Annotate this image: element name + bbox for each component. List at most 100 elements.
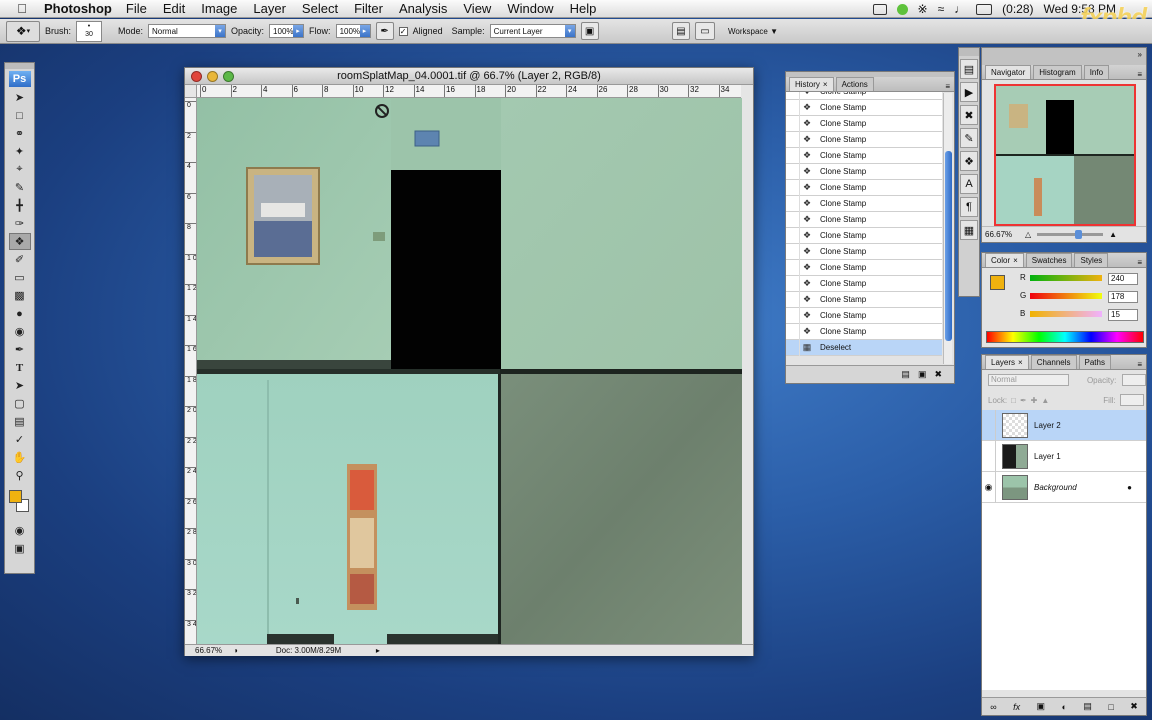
status-doc-info[interactable]: Doc: 3.00M/8.29M (276, 646, 376, 655)
history-item[interactable]: ❖ Clone Stamp (786, 291, 942, 308)
history-item[interactable]: ❖ Clone Stamp (786, 92, 942, 100)
menu-layer[interactable]: Layer (253, 1, 286, 16)
history-item[interactable]: ❖ Clone Stamp (786, 307, 942, 324)
tab-layers[interactable]: Layers × (985, 355, 1029, 369)
menu-app-name[interactable]: Photoshop (44, 1, 112, 16)
screen-mode-icon[interactable]: ▣ (9, 540, 31, 557)
lock-all-icon[interactable]: ▲ (1041, 396, 1049, 405)
layer-style-icon[interactable]: fx (1013, 702, 1020, 712)
eye-icon[interactable]: ◉ (982, 471, 996, 503)
status-green-icon[interactable] (896, 3, 908, 15)
tab-histogram[interactable]: Histogram (1033, 65, 1082, 79)
document-titlebar[interactable]: roomSplatMap_04.0001.tif @ 66.7% (Layer … (185, 68, 753, 85)
history-item[interactable]: ❖ Clone Stamp (786, 131, 942, 148)
color-spectrum-bar[interactable] (986, 331, 1144, 343)
flow-field[interactable]: 100% ▸ (335, 24, 371, 38)
panel-menu-icon[interactable]: ≡ (945, 82, 950, 91)
layer-name[interactable]: Layer 1 (1034, 452, 1061, 461)
new-layer-icon[interactable]: □ (1108, 702, 1113, 712)
vertical-ruler[interactable]: 0 2 4 6 8 1 0 1 2 1 4 1 6 1 8 2 0 2 2 2 4 2 6 2 8 3 0 3 … (185, 98, 197, 644)
dock-tools-icon[interactable]: ✖ (960, 105, 978, 125)
tab-channels[interactable]: Channels (1030, 355, 1077, 369)
lock-transparency-icon[interactable]: □ (1011, 396, 1016, 405)
status-arrow-icon[interactable]: ▸ (376, 646, 380, 655)
history-source-checkbox[interactable] (786, 131, 800, 148)
color-r-value[interactable]: 240 (1108, 273, 1138, 285)
volume-icon[interactable]: ♩ (954, 2, 966, 16)
ignore-adjustment-button[interactable]: ▣ (580, 22, 599, 40)
display-icon[interactable] (872, 3, 887, 15)
airbrush-button[interactable]: ✒ (375, 22, 394, 40)
new-snapshot-icon[interactable]: ▣ (918, 369, 927, 380)
status-zoom[interactable]: 66.67% (185, 646, 225, 655)
dock-character-icon[interactable]: A (960, 174, 978, 194)
visibility-off-icon[interactable] (982, 409, 996, 441)
zoom-slider-thumb[interactable] (1075, 230, 1083, 239)
dock-layercomps-icon[interactable]: ▦ (960, 220, 978, 240)
image-canvas[interactable] (197, 98, 742, 644)
type-tool-icon[interactable]: T (9, 359, 31, 376)
close-icon[interactable]: × (1013, 256, 1018, 265)
color-g-slider[interactable] (1030, 293, 1102, 299)
new-document-icon[interactable]: ▤ (901, 369, 910, 380)
panel-menu-icon[interactable]: ≡ (1137, 70, 1142, 79)
lasso-tool-icon[interactable]: ⚭ (9, 125, 31, 142)
history-source-checkbox[interactable] (786, 195, 800, 212)
color-r-slider[interactable] (1030, 275, 1102, 281)
history-item[interactable]: ❖ Clone Stamp (786, 147, 942, 164)
layer-mask-icon[interactable]: ▣ (1037, 701, 1046, 712)
color-b-slider[interactable] (1030, 311, 1102, 317)
history-source-checkbox[interactable] (786, 243, 800, 260)
panel-menu-icon[interactable]: ≡ (1137, 258, 1142, 267)
dock-navigator-icon[interactable]: ▤ (960, 59, 978, 79)
history-source-checkbox[interactable] (786, 227, 800, 244)
layer-name[interactable]: Layer 2 (1034, 421, 1061, 430)
tab-navigator[interactable]: Navigator (985, 65, 1032, 79)
layer-row-layer-1[interactable]: Layer 1 (982, 440, 1146, 472)
healing-brush-tool-icon[interactable]: ╋ (9, 197, 31, 214)
history-item[interactable]: ❖ Clone Stamp (786, 115, 942, 132)
brush-picker[interactable]: • 30 (76, 20, 103, 42)
close-icon[interactable]: × (1018, 358, 1023, 367)
layer-row-background[interactable]: ◉ Background ● (982, 471, 1146, 503)
brush-tool-icon[interactable]: ✑ (9, 215, 31, 232)
visibility-off-icon[interactable] (982, 440, 996, 472)
dock-play-icon[interactable]: ▶ (960, 82, 978, 102)
history-item-deselect[interactable]: ▦ Deselect (786, 339, 942, 356)
navigator-zoom-slider[interactable] (1037, 230, 1104, 239)
adjustment-layer-icon[interactable]: ◐ (1061, 702, 1066, 712)
history-source-checkbox[interactable] (786, 339, 800, 356)
menu-help[interactable]: Help (570, 1, 597, 16)
history-item[interactable]: ❖ Clone Stamp (786, 99, 942, 116)
opacity-field[interactable]: 100% ▸ (269, 24, 305, 38)
dock-brush-icon[interactable]: ✎ (960, 128, 978, 148)
workspace-menu[interactable]: Workspace ▼ (728, 27, 778, 36)
magic-wand-tool-icon[interactable]: ✦ (9, 143, 31, 160)
zoom-in-icon[interactable]: ▲ (1109, 230, 1117, 239)
layer-row-layer-2[interactable]: Layer 2 (982, 409, 1146, 441)
trash-icon[interactable]: ✖ (934, 369, 942, 380)
slice-tool-icon[interactable]: ✎ (9, 179, 31, 196)
tab-color[interactable]: Color × (985, 253, 1024, 267)
history-item[interactable]: ❖ Clone Stamp (786, 259, 942, 276)
tab-paths[interactable]: Paths (1078, 355, 1111, 369)
clone-stamp-tool-icon[interactable]: ❖ (8, 233, 31, 250)
trash-icon[interactable]: ✖ (1130, 701, 1138, 712)
wifi-icon[interactable]: ≈ (938, 2, 945, 16)
tab-actions[interactable]: Actions (835, 77, 874, 91)
navigator-zoom[interactable]: 66.67% (985, 230, 1019, 239)
history-scrollbar[interactable] (943, 93, 952, 364)
history-item[interactable]: ❖ Clone Stamp (786, 227, 942, 244)
pen-tool-icon[interactable]: ✒ (9, 341, 31, 358)
history-brush-tool-icon[interactable]: ✐ (9, 251, 31, 268)
aligned-checkbox[interactable]: ✓ (398, 26, 408, 36)
tab-styles[interactable]: Styles (1074, 253, 1109, 267)
layers-opacity-field[interactable] (1122, 374, 1146, 386)
dock-clone-icon[interactable]: ❖ (960, 151, 978, 171)
history-source-checkbox[interactable] (786, 92, 800, 100)
bridge-button[interactable]: ▭ (694, 22, 715, 40)
history-item[interactable]: ❖ Clone Stamp (786, 243, 942, 260)
panel-menu-icon[interactable]: ≡ (1137, 360, 1142, 369)
tool-preset-picker[interactable]: ❖ ▾ (6, 20, 40, 42)
dodge-tool-icon[interactable]: ◉ (9, 323, 31, 340)
